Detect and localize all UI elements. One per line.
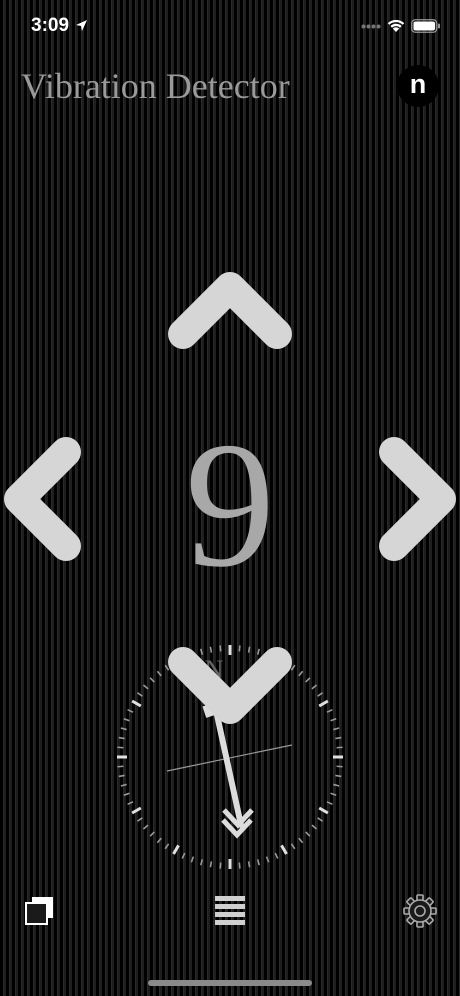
compass-tick (199, 859, 204, 866)
app-title: Vibration Detector (21, 66, 290, 106)
vibration-counter: 9 (185, 405, 275, 604)
compass-tick (209, 861, 213, 868)
compass-tick (181, 852, 186, 859)
menu-icon[interactable] (214, 895, 246, 925)
compass-tick (265, 856, 270, 863)
compass-tick (317, 692, 324, 697)
signal-dots-icon (361, 24, 381, 29)
compass-tick (156, 837, 162, 844)
compass-tick (156, 670, 162, 677)
compass-tick (117, 765, 124, 768)
compass-tick (120, 783, 127, 787)
compass-tick (172, 844, 180, 855)
compass-tick (149, 831, 155, 837)
compass-tick (336, 765, 343, 768)
compass-tick (256, 859, 261, 866)
compass-tick (326, 708, 333, 713)
compass-tick (142, 824, 149, 830)
compass-tick (318, 699, 329, 708)
compass-tick (274, 852, 279, 859)
copy-icon[interactable] (24, 895, 56, 927)
compass-tick (326, 801, 333, 806)
compass-tick (136, 692, 143, 697)
compass-tick (311, 684, 318, 690)
compass-tick (149, 677, 155, 683)
battery-icon (411, 19, 440, 33)
n-button[interactable]: n (397, 65, 439, 107)
compass-tick (123, 792, 130, 797)
compass-tick (127, 801, 134, 806)
compass-tick (330, 792, 337, 797)
gear-icon[interactable] (402, 893, 438, 929)
compass-tick (298, 670, 304, 677)
compass-tick (219, 862, 222, 869)
compass-tick (131, 806, 142, 815)
chevron-up-icon[interactable] (165, 268, 295, 356)
compass-tick (335, 736, 342, 740)
compass-tick (335, 774, 342, 778)
compass-tick (117, 746, 124, 749)
compass-tick (336, 746, 343, 749)
compass-tick (120, 727, 127, 731)
n-button-label: n (409, 69, 427, 99)
chevron-down-icon[interactable] (165, 640, 295, 728)
compass-tick (118, 774, 125, 778)
location-arrow-icon (76, 20, 87, 31)
compass-tick (123, 717, 130, 722)
wifi-icon (387, 19, 405, 32)
compass-tick (127, 708, 134, 713)
compass-tick (164, 843, 170, 850)
compass-tick (333, 727, 340, 731)
compass-tick (330, 717, 337, 722)
compass-tick (333, 783, 340, 787)
compass-tick (238, 862, 241, 869)
status-time: 3:09 (31, 15, 70, 36)
compass-tick (311, 824, 318, 830)
compass-tick (136, 817, 143, 822)
compass-tick (118, 736, 125, 740)
compass-tick (317, 817, 324, 822)
home-indicator[interactable] (148, 980, 312, 986)
compass-tick (247, 861, 251, 868)
compass-tick (131, 699, 142, 708)
compass-tick (280, 844, 288, 855)
compass-tick (298, 837, 304, 844)
chevron-left-icon[interactable] (0, 434, 88, 564)
compass-tick (142, 684, 149, 690)
chevron-right-icon[interactable] (372, 434, 460, 564)
compass-tick (305, 831, 311, 837)
compass-tick (290, 843, 296, 850)
compass-tick (305, 677, 311, 683)
status-bar: 3:09 (0, 0, 460, 56)
compass-tick (318, 806, 329, 815)
compass-tick (190, 856, 195, 863)
